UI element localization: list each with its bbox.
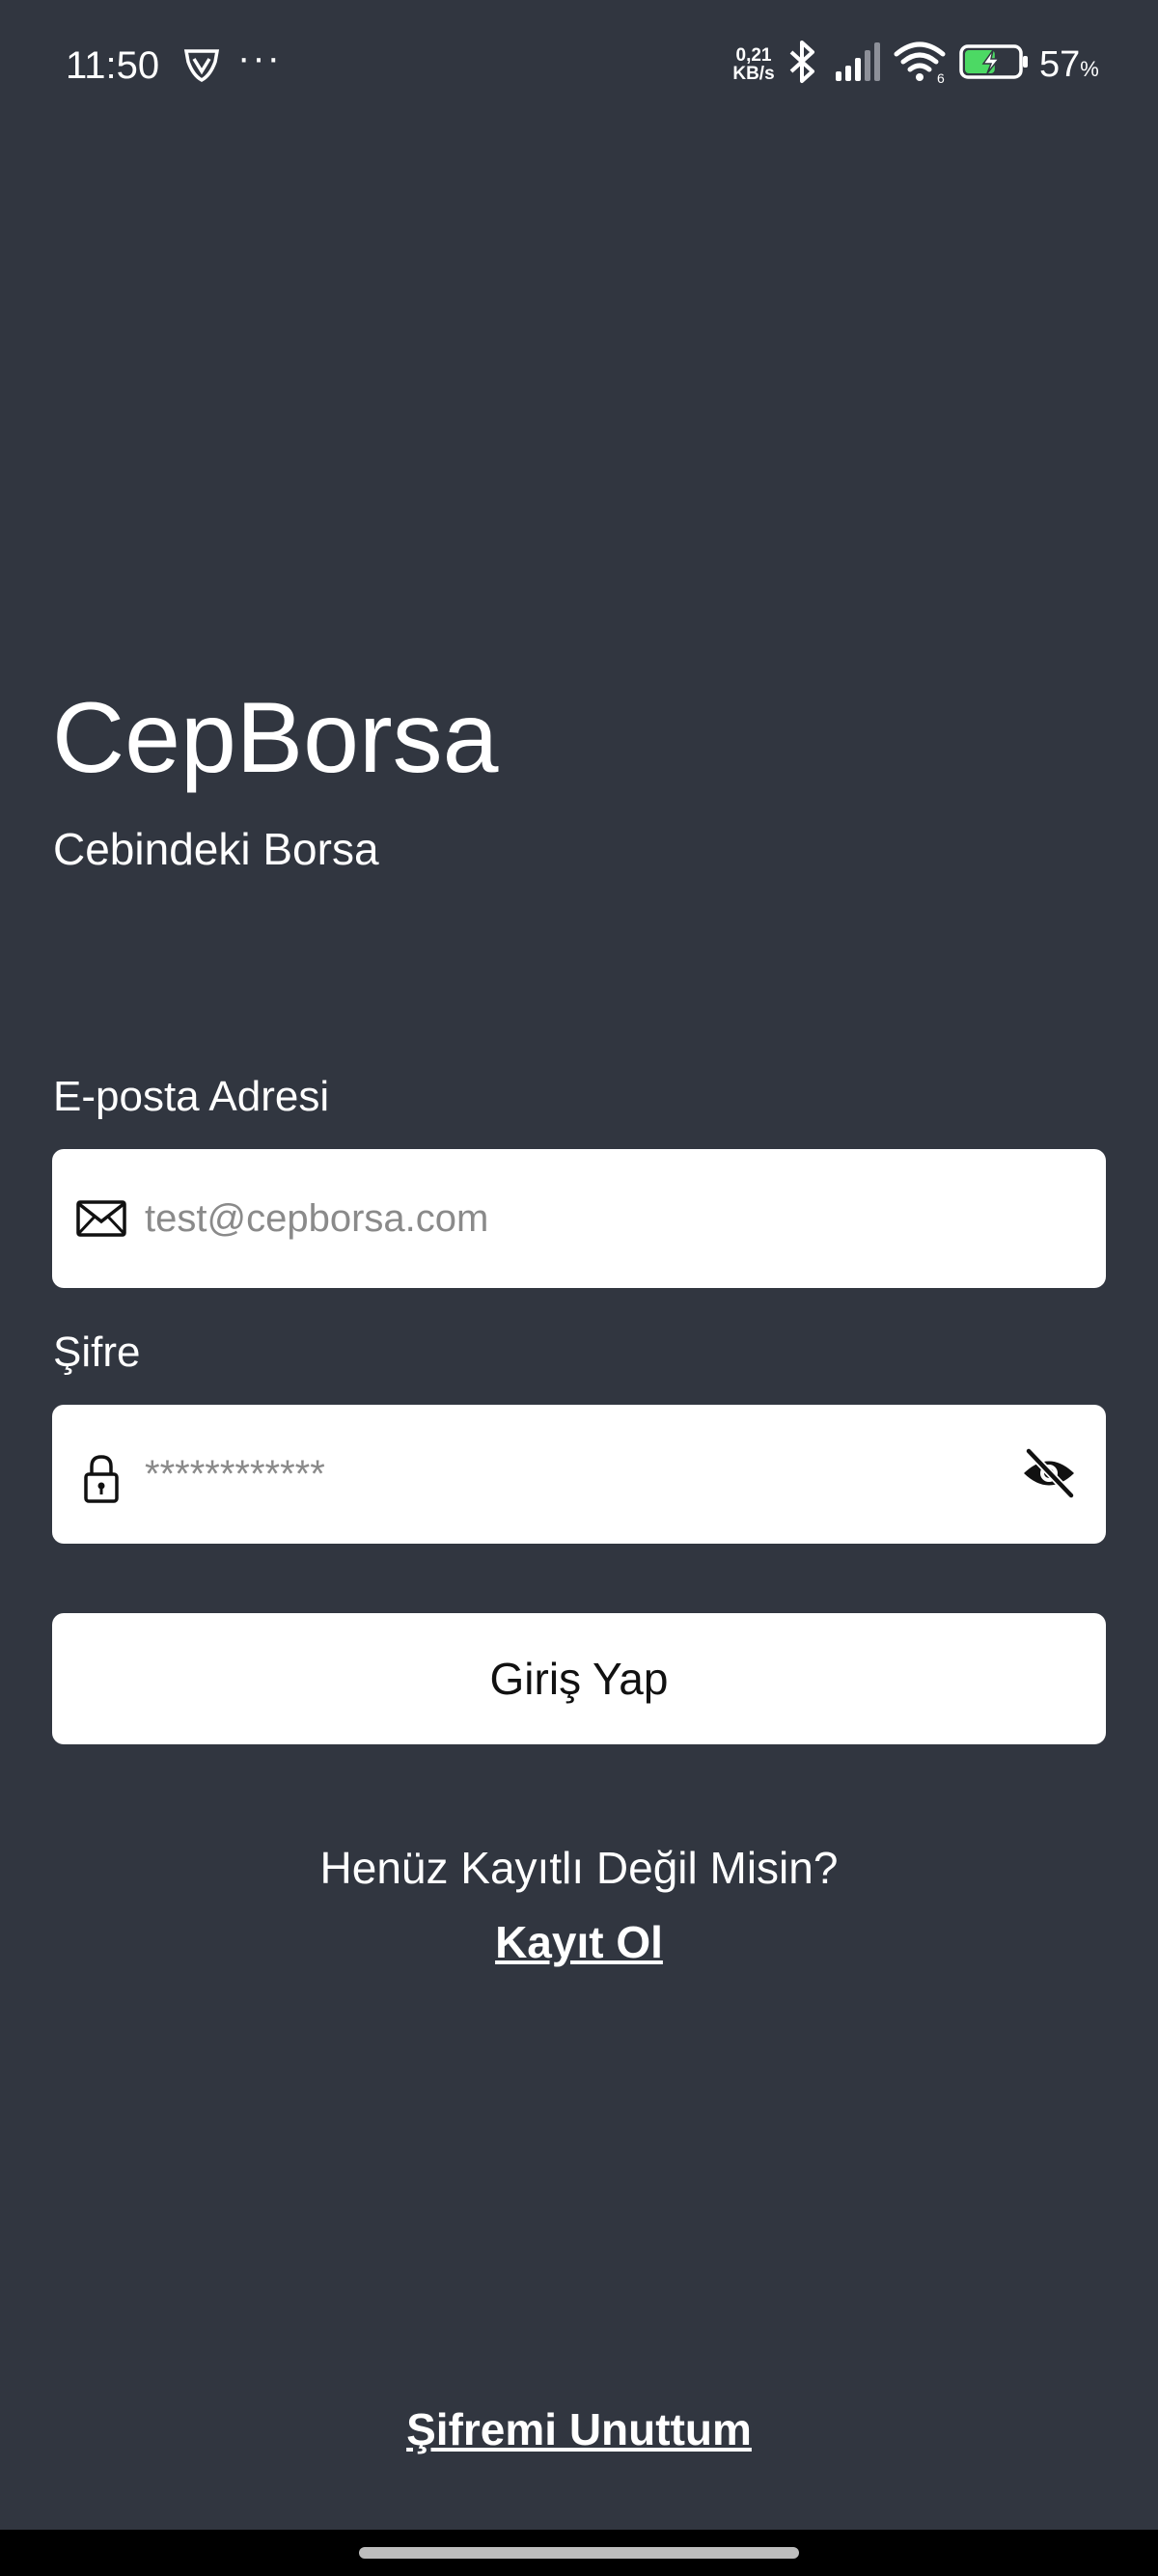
network-speed: 0,21 KB/s <box>730 46 778 83</box>
net-speed-unit: KB/s <box>732 64 775 84</box>
battery-percent-value: 57 <box>1039 44 1081 85</box>
signal-icon <box>834 39 882 96</box>
status-time: 11:50 <box>66 44 160 87</box>
email-field-container <box>52 1149 1106 1288</box>
app-subtitle: Cebindeki Borsa <box>53 824 379 874</box>
wifi-icon: 6 <box>893 39 947 96</box>
email-label: E-posta Adresi <box>53 1073 330 1120</box>
battery-percent: 57% <box>1039 44 1099 86</box>
email-input[interactable] <box>145 1149 1013 1288</box>
register-prompt: Henüz Kayıtlı Değil Misin? <box>319 1843 839 1893</box>
shield-v-icon <box>183 48 220 88</box>
forgot-password-link[interactable]: Şifremi Unuttum <box>0 2402 1158 2456</box>
login-screen: 11:50 ··· 0,21 KB/s 6 57% CepBorsa Cebin… <box>0 0 1158 2576</box>
eye-off-icon[interactable] <box>1019 1443 1079 1503</box>
app-title: CepBorsa <box>52 682 499 794</box>
login-button[interactable]: Giriş Yap <box>52 1613 1106 1744</box>
bluetooth-icon <box>784 39 822 96</box>
home-indicator[interactable] <box>359 2547 799 2559</box>
mail-icon <box>73 1190 129 1246</box>
lock-icon <box>73 1451 129 1507</box>
battery-charging-icon <box>958 39 1032 96</box>
password-field-container <box>52 1405 1106 1544</box>
more-notifications-icon: ··· <box>237 37 282 79</box>
svg-text:6: 6 <box>937 70 945 85</box>
register-link[interactable]: Kayıt Ol <box>0 1915 1158 1969</box>
battery-percent-sign: % <box>1080 57 1099 81</box>
password-label: Şifre <box>53 1329 141 1376</box>
status-bar: 11:50 ··· 0,21 KB/s 6 57% <box>0 0 1158 135</box>
net-speed-value: 0,21 <box>735 45 772 66</box>
navigation-bar <box>0 2530 1158 2576</box>
password-input[interactable] <box>145 1405 1013 1544</box>
